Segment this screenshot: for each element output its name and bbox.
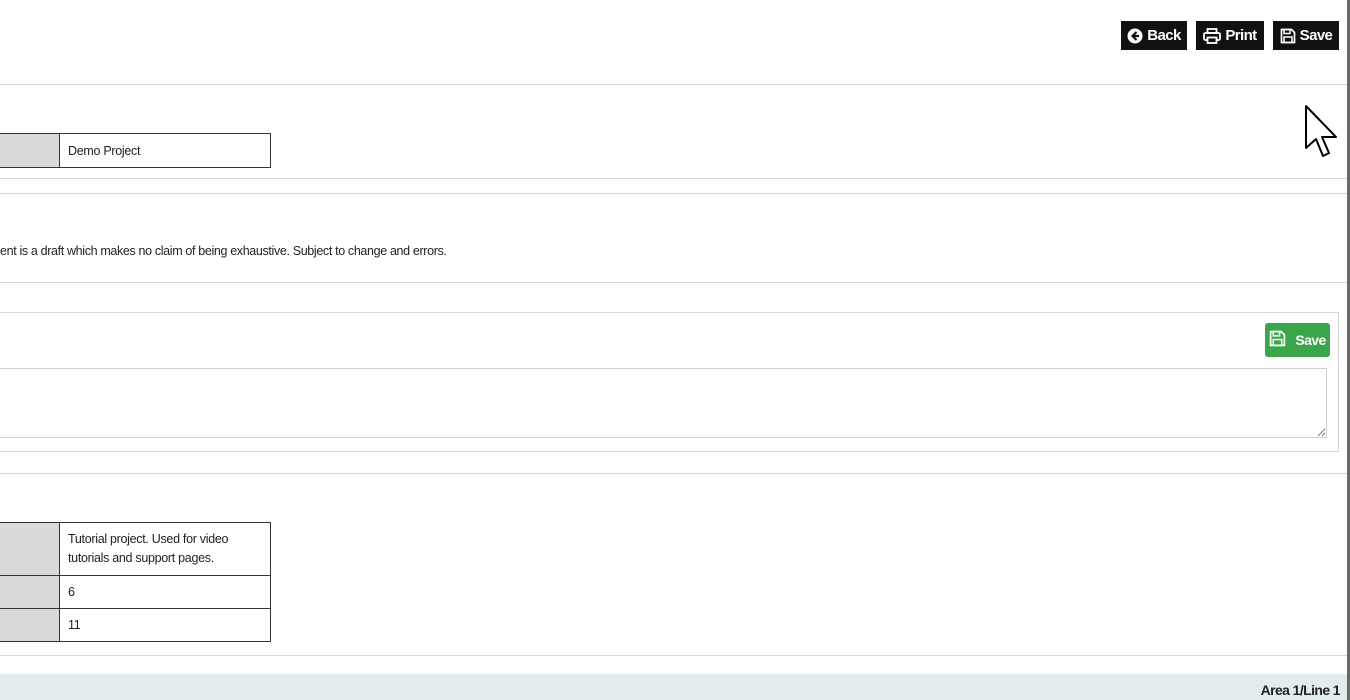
table-row: 6 (0, 575, 271, 609)
save-button-label: Save (1299, 27, 1333, 44)
details-table: Tutorial project. Used for video tutoria… (0, 522, 271, 642)
table-row: 11 (0, 608, 271, 642)
footer-bar: Area 1/Line 1 (0, 674, 1347, 700)
notes-textarea[interactable] (0, 368, 1327, 438)
notes-save-label: Save (1295, 332, 1326, 348)
arrow-left-circle-icon (1127, 28, 1143, 44)
section-divider (0, 473, 1347, 474)
label-cell (0, 133, 60, 168)
floppy-disk-icon (1280, 28, 1296, 44)
section-divider (0, 178, 1347, 179)
back-button[interactable]: Back (1121, 21, 1187, 50)
count-value: 11 (59, 608, 271, 642)
floppy-disk-icon (1269, 330, 1286, 350)
section-divider (0, 655, 1347, 656)
project-table: Demo Project (0, 133, 271, 168)
description-value: Tutorial project. Used for video tutoria… (59, 522, 271, 576)
table-row: Demo Project (0, 133, 271, 168)
draft-notice: ent is a draft which makes no claim of b… (0, 244, 447, 258)
section-divider (0, 282, 1347, 283)
count-value: 6 (59, 575, 271, 609)
label-cell (0, 608, 60, 642)
label-cell (0, 522, 60, 576)
notes-save-button[interactable]: Save (1265, 323, 1330, 357)
print-button-label: Print (1225, 27, 1257, 44)
table-row: Tutorial project. Used for video tutoria… (0, 522, 271, 576)
back-button-label: Back (1147, 27, 1181, 44)
location-indicator: Area 1/Line 1 (1260, 682, 1341, 698)
print-button[interactable]: Print (1196, 21, 1264, 50)
section-divider (0, 84, 1347, 85)
save-button[interactable]: Save (1273, 21, 1339, 50)
project-name-value: Demo Project (59, 133, 271, 168)
printer-icon (1203, 27, 1222, 44)
label-cell (0, 575, 60, 609)
section-divider (0, 193, 1347, 194)
mouse-cursor-icon (1304, 104, 1342, 165)
